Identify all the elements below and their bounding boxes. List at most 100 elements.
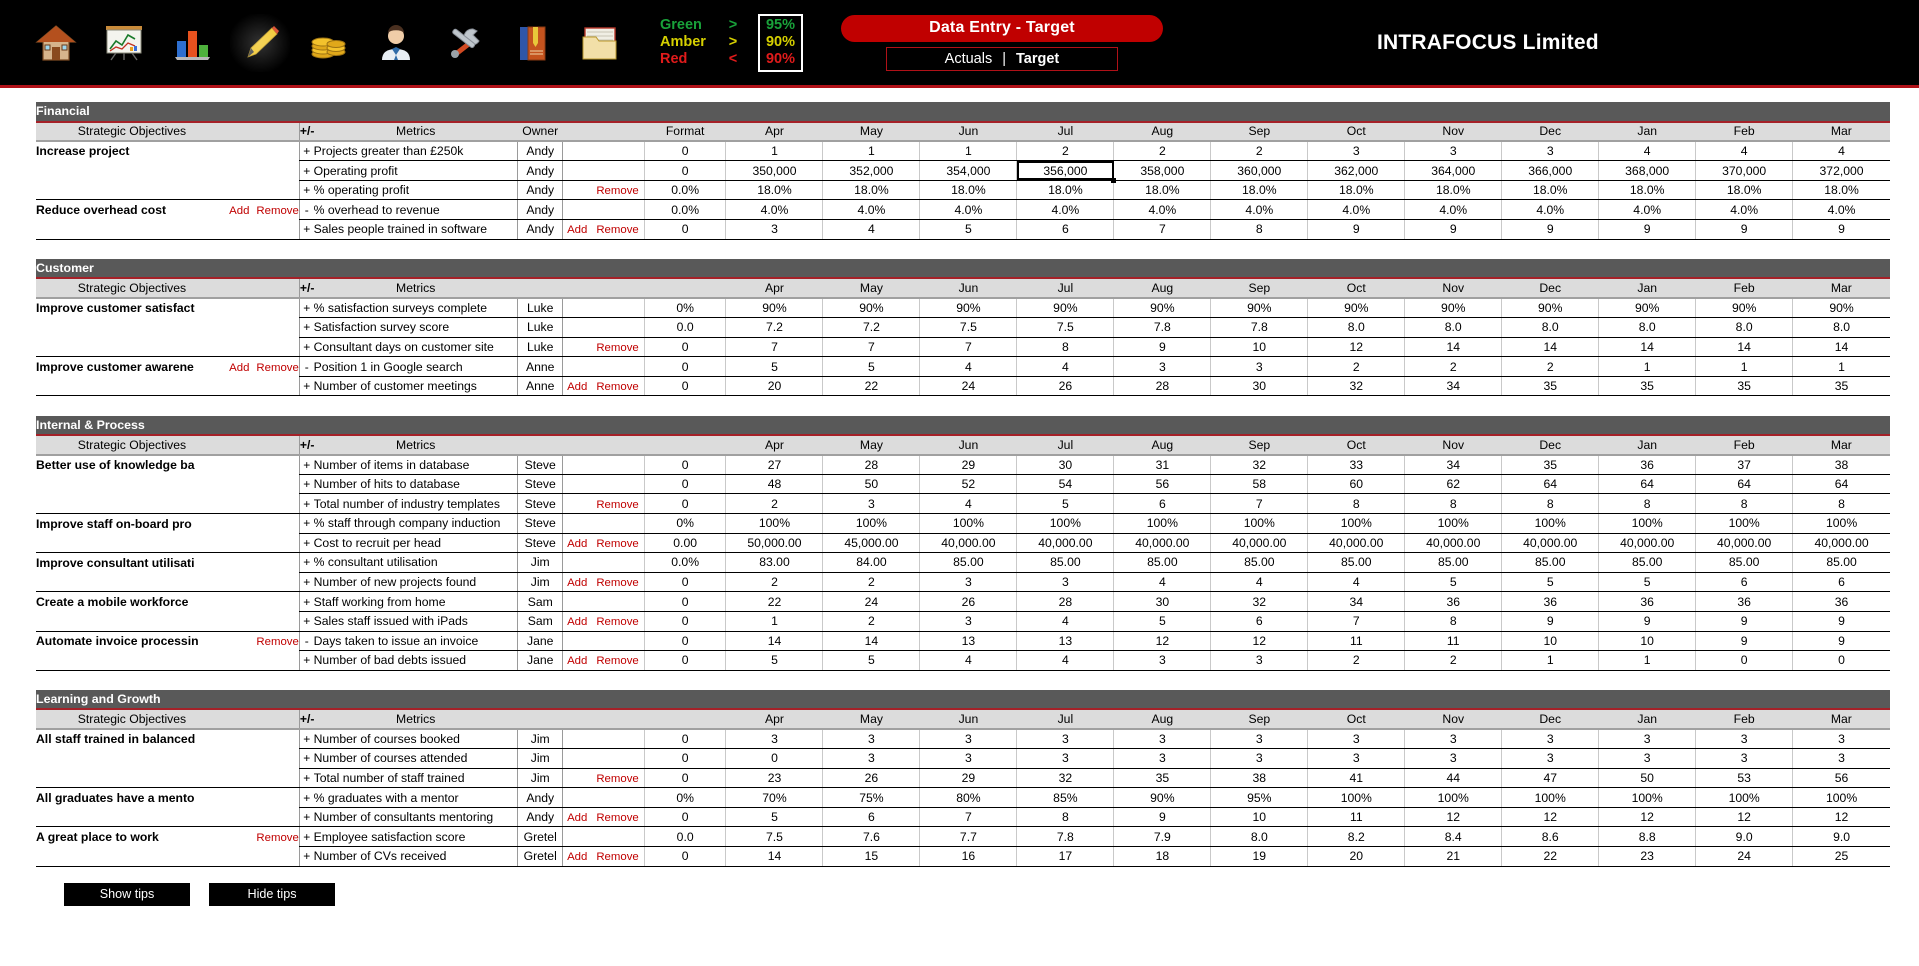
data-cell[interactable]: 1 xyxy=(725,141,824,162)
data-cell[interactable]: 32 xyxy=(1016,768,1115,789)
metric-owner[interactable]: Steve xyxy=(517,474,564,495)
data-cell[interactable]: 85.00 xyxy=(919,552,1018,573)
data-cell[interactable]: 23 xyxy=(725,768,824,789)
metric-format[interactable]: 0.0% xyxy=(644,199,727,221)
data-cell[interactable]: 10 xyxy=(1210,807,1309,828)
metric-name[interactable]: Number of courses booked xyxy=(313,729,519,750)
data-cell[interactable]: 2 xyxy=(1113,141,1212,162)
metric-format[interactable]: 0 xyxy=(644,572,727,593)
data-cell[interactable]: 3 xyxy=(725,219,824,240)
data-cell[interactable]: 10 xyxy=(1598,631,1697,652)
data-cell[interactable]: 11 xyxy=(1307,807,1406,828)
data-cell[interactable]: 2 xyxy=(1210,141,1309,162)
metric-format[interactable]: 0 xyxy=(644,141,727,162)
data-cell[interactable]: 26 xyxy=(822,768,921,789)
metric-name[interactable]: % staff through company induction xyxy=(313,513,519,534)
data-cell[interactable]: 3 xyxy=(1307,729,1406,750)
data-cell[interactable]: 31 xyxy=(1113,454,1212,475)
data-cell[interactable]: 40,000.00 xyxy=(1695,533,1794,554)
metric-owner[interactable]: Jane xyxy=(517,650,564,671)
data-cell[interactable]: 34 xyxy=(1404,376,1503,397)
metric-format[interactable]: 0 xyxy=(644,768,727,789)
data-cell[interactable]: 4 xyxy=(1598,141,1697,162)
data-cell[interactable]: 4 xyxy=(1016,650,1115,671)
data-cell[interactable]: 3 xyxy=(1404,729,1503,750)
data-cell[interactable]: 18.0% xyxy=(822,180,921,201)
data-cell[interactable]: 85.00 xyxy=(1113,552,1212,573)
metric-remove-link[interactable]: Remove xyxy=(596,577,638,589)
data-cell[interactable]: 29 xyxy=(919,454,1018,475)
data-cell[interactable]: 368,000 xyxy=(1598,160,1697,181)
data-cell[interactable]: 40,000.00 xyxy=(1792,533,1890,554)
data-cell[interactable]: 9 xyxy=(1792,631,1890,652)
data-cell[interactable]: 3 xyxy=(1695,748,1794,769)
metric-name[interactable]: Consultant days on customer site xyxy=(313,337,519,358)
data-cell[interactable]: 24 xyxy=(822,591,921,612)
data-cell[interactable]: 3 xyxy=(1210,729,1309,750)
metric-owner[interactable]: Luke xyxy=(517,337,564,358)
data-cell[interactable]: 2 xyxy=(1016,141,1115,162)
data-cell[interactable]: 366,000 xyxy=(1501,160,1600,181)
data-cell[interactable]: 24 xyxy=(1695,846,1794,867)
metric-name[interactable]: Staff working from home xyxy=(313,591,519,612)
metric-remove-link[interactable]: Remove xyxy=(596,499,638,511)
data-cell[interactable]: 1 xyxy=(1792,356,1890,377)
data-cell[interactable]: 9 xyxy=(1501,611,1600,632)
data-cell[interactable]: 100% xyxy=(1598,787,1697,808)
data-cell[interactable]: 8.0 xyxy=(1210,826,1309,848)
data-cell[interactable]: 8.4 xyxy=(1404,826,1503,848)
data-cell[interactable]: 32 xyxy=(1210,591,1309,612)
metric-add-link[interactable]: Add xyxy=(567,616,587,628)
data-cell[interactable]: 40,000.00 xyxy=(1016,533,1115,554)
data-cell[interactable]: 7 xyxy=(919,807,1018,828)
data-cell[interactable]: 90% xyxy=(1792,297,1890,319)
data-cell[interactable]: 20 xyxy=(725,376,824,397)
data-cell[interactable]: 28 xyxy=(1113,376,1212,397)
metric-add-link[interactable]: Add xyxy=(567,851,587,863)
data-cell[interactable]: 18.0% xyxy=(1016,180,1115,201)
metric-format[interactable]: 0.0% xyxy=(644,552,727,573)
metric-remove-link[interactable]: Remove xyxy=(596,851,638,863)
data-cell[interactable]: 35 xyxy=(1792,376,1890,397)
data-cell[interactable]: 20 xyxy=(1307,846,1406,867)
data-cell[interactable]: 5 xyxy=(1113,611,1212,632)
data-cell[interactable]: 362,000 xyxy=(1307,160,1406,181)
rag-thresholds[interactable]: 95% 90% 90% xyxy=(757,13,803,72)
data-cell[interactable]: 85.00 xyxy=(1501,552,1600,573)
data-cell[interactable]: 0 xyxy=(1792,650,1890,671)
data-cell[interactable]: 18 xyxy=(1113,846,1212,867)
data-cell[interactable]: 52 xyxy=(919,474,1018,495)
tab-target[interactable]: Target xyxy=(1016,51,1059,67)
data-cell[interactable]: 8.0 xyxy=(1404,317,1503,338)
data-cell[interactable]: 6 xyxy=(1695,572,1794,593)
metric-name[interactable]: Number of consultants mentoring xyxy=(313,807,519,828)
data-cell[interactable]: 12 xyxy=(1307,337,1406,358)
data-cell[interactable]: 50 xyxy=(822,474,921,495)
metric-format[interactable]: 0 xyxy=(644,454,727,475)
metric-owner[interactable]: Gretel xyxy=(517,826,564,848)
data-cell[interactable]: 7 xyxy=(1113,219,1212,240)
metric-owner[interactable]: Steve xyxy=(517,513,564,534)
data-cell[interactable]: 3 xyxy=(1501,141,1600,162)
data-cell[interactable]: 12 xyxy=(1113,631,1212,652)
metric-name[interactable]: Number of customer meetings xyxy=(313,376,519,397)
metric-format[interactable]: 0 xyxy=(644,219,727,240)
data-cell[interactable]: 5 xyxy=(1598,572,1697,593)
data-cell[interactable]: 64 xyxy=(1501,474,1600,495)
data-cell[interactable]: 90% xyxy=(1016,297,1115,319)
data-cell[interactable]: 9 xyxy=(1792,611,1890,632)
data-cell[interactable]: 26 xyxy=(1016,376,1115,397)
data-cell[interactable]: 18.0% xyxy=(1501,180,1600,201)
data-cell[interactable]: 36 xyxy=(1598,591,1697,612)
data-cell[interactable]: 3 xyxy=(1113,729,1212,750)
metric-owner[interactable]: Andy xyxy=(517,141,564,162)
data-cell[interactable]: 41 xyxy=(1307,768,1406,789)
data-cell[interactable]: 90% xyxy=(919,297,1018,319)
data-cell[interactable]: 1 xyxy=(1598,650,1697,671)
data-cell[interactable]: 2 xyxy=(1404,356,1503,377)
data-cell[interactable]: 56 xyxy=(1113,474,1212,495)
metric-name[interactable]: Number of courses attended xyxy=(313,748,519,769)
metric-format[interactable]: 0 xyxy=(644,846,727,867)
data-cell[interactable]: 2 xyxy=(1307,356,1406,377)
data-cell[interactable]: 7 xyxy=(1307,611,1406,632)
